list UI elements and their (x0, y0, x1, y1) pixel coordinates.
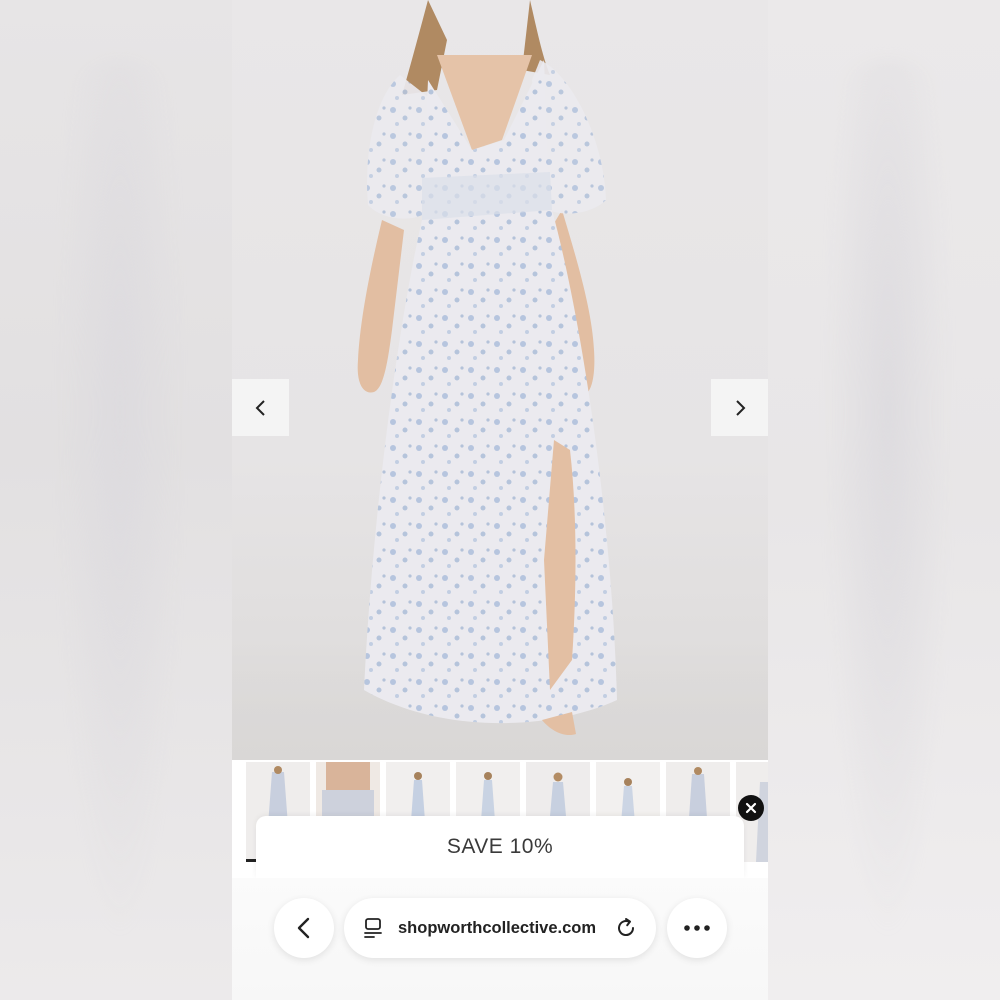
gallery-next-button[interactable] (711, 379, 768, 436)
model-in-dress-illustration (357, 0, 617, 736)
chevron-left-icon (295, 916, 313, 940)
close-icon (745, 802, 757, 814)
gallery-prev-button[interactable] (232, 379, 289, 436)
more-dots-icon (683, 924, 711, 932)
browser-toolbar: shopworthcollective.com (232, 878, 768, 1000)
blurred-backdrop-left (0, 0, 232, 1000)
chevron-left-icon (253, 398, 269, 418)
product-image (232, 0, 768, 760)
address-bar[interactable]: shopworthcollective.com (344, 898, 656, 958)
close-promo-button[interactable] (738, 795, 764, 821)
promo-label: SAVE 10% (446, 835, 554, 858)
browser-back-button[interactable] (274, 898, 334, 958)
tab-view-icon[interactable] (362, 917, 384, 939)
save-10-percent-banner[interactable]: SAVE 10% (256, 816, 744, 878)
url-text[interactable]: shopworthcollective.com (398, 919, 614, 938)
browser-more-button[interactable] (667, 898, 727, 958)
blurred-backdrop-right (768, 0, 1000, 1000)
chevron-right-icon (732, 398, 748, 418)
phone-screen: SAVE 10% shopworthcollective.com (232, 0, 768, 1000)
reload-icon[interactable] (614, 916, 638, 940)
